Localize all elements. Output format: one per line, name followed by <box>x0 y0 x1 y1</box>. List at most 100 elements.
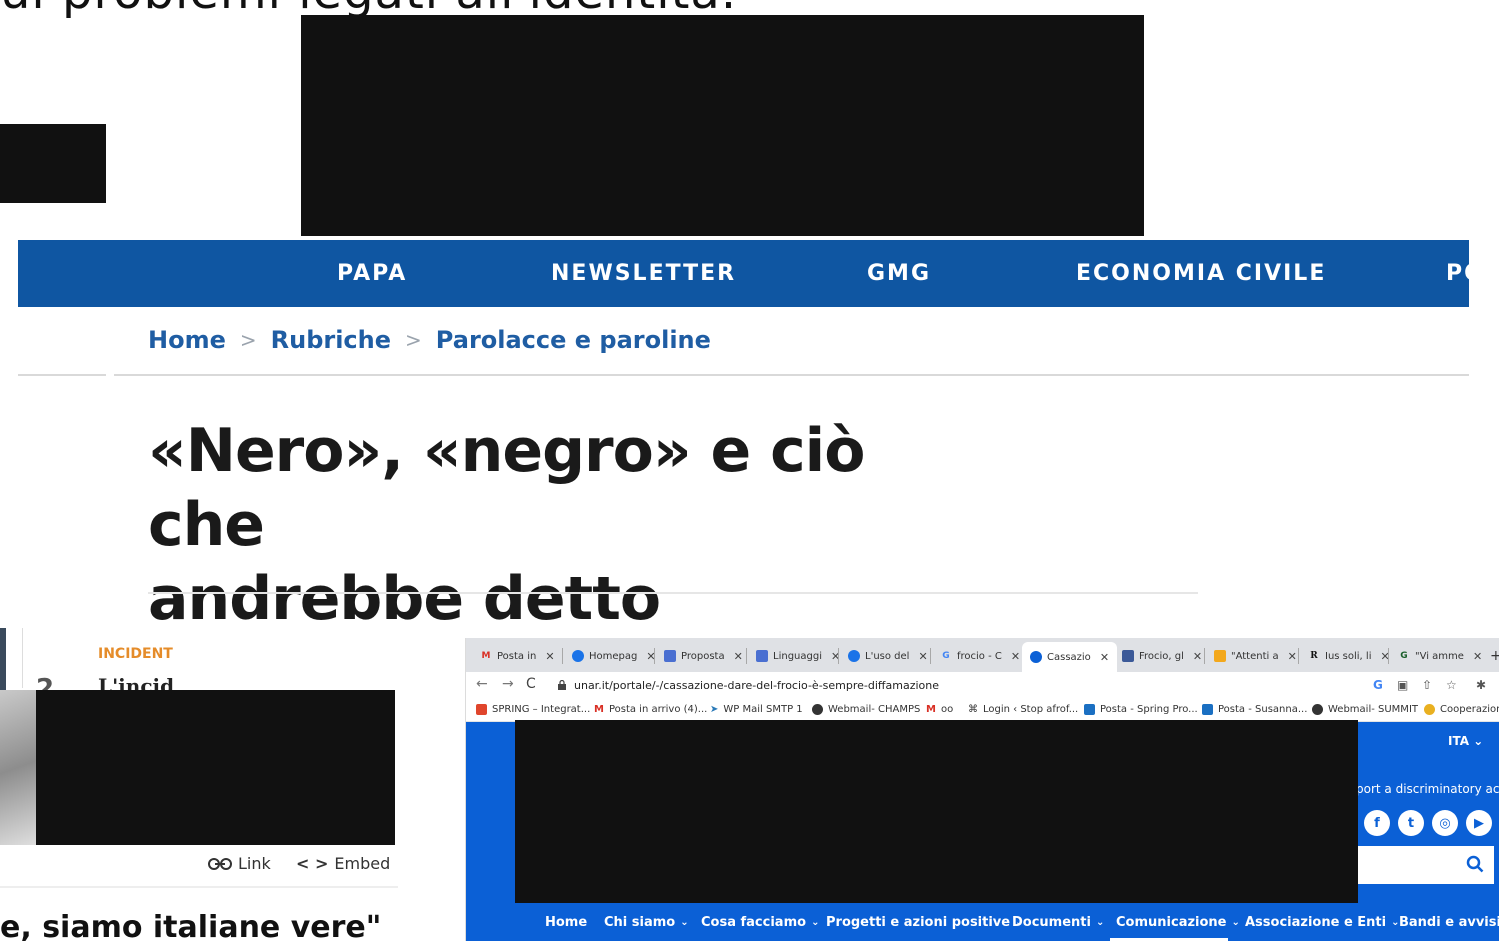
browser-window: M Posta in ✕ Homepag ✕ Proposta ✕ Linguaggi ✕… <box>465 638 1499 941</box>
chevron-down-icon: ⌄ <box>680 917 689 928</box>
tab-linguaggio[interactable]: Linguaggi ✕ <box>756 644 840 668</box>
nav-item-papa[interactable]: PAPA <box>337 240 407 307</box>
site-nav-bar: PAPA NEWSLETTER GMG ECONOMIA CIVILE PO <box>18 240 1469 307</box>
puzzle-icon: ⌘ <box>968 704 978 715</box>
close-icon[interactable]: ✕ <box>1473 650 1482 663</box>
linguaggio-icon <box>756 650 768 662</box>
divider <box>22 628 23 688</box>
share-icon[interactable]: ⇧ <box>1422 678 1432 692</box>
link-icon <box>208 857 232 870</box>
breadcrumb: Home > Rubriche > Parolacce e paroline <box>148 322 711 358</box>
bookmark-item[interactable]: Webmail- SUMMIT <box>1312 704 1418 715</box>
youtube-icon[interactable]: ▶ <box>1466 810 1492 836</box>
close-icon[interactable]: ✕ <box>1100 651 1109 664</box>
star-icon[interactable]: ☆ <box>1446 678 1457 692</box>
gmail-icon: M <box>594 704 604 715</box>
redaction-block <box>0 124 106 203</box>
bookmark-item[interactable]: Webmail- CHAMPS <box>812 704 920 715</box>
bookmark-item[interactable]: SPRING – Integrat... <box>476 704 590 715</box>
outlook-icon <box>1202 704 1213 715</box>
cooperazione-icon <box>1424 704 1435 715</box>
tab-vi-amme[interactable]: G "Vi amme ✕ <box>1398 644 1482 668</box>
lock-icon <box>558 680 566 690</box>
embed-button[interactable]: < > Embed <box>296 854 390 873</box>
tab-homepage[interactable]: Homepag ✕ <box>572 644 656 668</box>
nav-home[interactable]: Home <box>545 915 587 930</box>
embed-label: Embed <box>334 854 391 873</box>
redaction-block <box>301 15 1144 236</box>
bookmark-item[interactable]: M Posta in arrivo (4)... <box>594 704 707 715</box>
g-icon: G <box>1400 651 1408 661</box>
nav-bandi[interactable]: Bandi e avvisi⌄ <box>1399 915 1499 930</box>
back-icon[interactable]: ← <box>476 676 488 692</box>
breadcrumb-rubriche[interactable]: Rubriche <box>271 326 391 354</box>
reload-icon[interactable]: C <box>526 676 536 692</box>
tab-attenti[interactable]: "Attenti a ✕ <box>1214 644 1297 668</box>
bookmark-item[interactable]: ⌘ Login ‹ Stop afrof... <box>968 704 1078 715</box>
tab-frocio-gl[interactable]: Frocio, gl ✕ <box>1122 644 1202 668</box>
tab-cassazione[interactable]: Cassazio ✕ <box>1022 642 1118 672</box>
tab-gmail[interactable]: M Posta in ✕ <box>480 644 555 668</box>
nav-progetti[interactable]: Progetti e azioni positive ⌄ <box>826 915 1024 930</box>
article-title-line-1: «Nero», «negro» e ciò che <box>148 416 865 560</box>
instagram-icon[interactable]: ◎ <box>1432 810 1458 836</box>
breadcrumb-parolacce[interactable]: Parolacce e paroline <box>436 326 711 354</box>
url-field[interactable]: unar.it/portale/-/cassazione-dare-del-fr… <box>574 679 939 692</box>
webmail-icon <box>1312 704 1323 715</box>
facebook-icon[interactable]: f <box>1364 810 1390 836</box>
search-input[interactable] <box>1354 846 1494 884</box>
tab-ius-soli[interactable]: R Ius soli, li ✕ <box>1308 644 1389 668</box>
chevron-down-icon: ⌄ <box>1231 917 1240 928</box>
category-label[interactable]: INCIDENT <box>98 646 173 662</box>
nav-chi-siamo[interactable]: Chi siamo ⌄ <box>604 915 689 930</box>
news-card-fragment: INCIDENT 2 L'incid Link < > Embed e, sia… <box>0 628 398 941</box>
article-title-line-2: andrebbe detto <box>148 564 661 634</box>
close-icon[interactable]: ✕ <box>1193 650 1202 663</box>
link-button[interactable]: Link <box>208 854 271 873</box>
nav-item-newsletter[interactable]: NEWSLETTER <box>551 240 736 307</box>
bookmark-item[interactable]: Cooperazione <box>1424 704 1499 715</box>
report-discriminatory-act-link[interactable]: port a discriminatory act <box>1356 782 1499 796</box>
close-icon[interactable]: ✕ <box>734 650 743 663</box>
address-bar: ← → C unar.it/portale/-/cassazione-dare-… <box>466 672 1499 700</box>
twitter-icon[interactable]: t <box>1398 810 1424 836</box>
nav-comunicazione[interactable]: Comunicazione ⌄ <box>1116 915 1240 930</box>
share-bar: Link < > Embed <box>0 848 398 884</box>
nav-documenti[interactable]: Documenti ⌄ <box>1012 915 1104 930</box>
bookmark-item[interactable]: ➤ WP Mail SMTP 1 <box>710 704 803 715</box>
outlook-icon <box>1084 704 1095 715</box>
extensions-icon[interactable]: ✱ <box>1476 678 1486 692</box>
spring-icon <box>476 704 487 715</box>
proposta-icon <box>664 650 676 662</box>
forward-icon[interactable]: → <box>502 676 514 692</box>
google-translate-icon[interactable]: G <box>1373 678 1383 692</box>
tab-frocio-google[interactable]: Gfrocio - C ✕ <box>940 644 1020 668</box>
search-icon[interactable] <box>1466 855 1484 873</box>
chevron-down-icon: ⌄ <box>811 917 820 928</box>
translate-icon[interactable]: ▣ <box>1397 678 1408 692</box>
breadcrumb-home[interactable]: Home <box>148 326 226 354</box>
close-icon[interactable]: ✕ <box>545 650 554 663</box>
google-icon: G <box>942 651 950 661</box>
bookmark-item[interactable]: Posta - Susanna... <box>1202 704 1307 715</box>
tab-proposta[interactable]: Proposta ✕ <box>664 644 743 668</box>
nav-item-economia-civile[interactable]: ECONOMIA CIVILE <box>1076 240 1326 307</box>
close-icon[interactable]: ✕ <box>1011 650 1020 663</box>
frocio-icon <box>1122 650 1134 662</box>
nav-cosa-facciamo[interactable]: Cosa facciamo ⌄ <box>701 915 819 930</box>
nav-item-cropped[interactable]: PO <box>1446 240 1469 307</box>
bookmarks-bar: SPRING – Integrat... M Posta in arrivo (4… <box>466 700 1499 722</box>
divider <box>114 374 1469 376</box>
tab-uso[interactable]: L'uso del ✕ <box>848 644 928 668</box>
new-tab-button[interactable]: + <box>1490 644 1499 668</box>
bookmark-item[interactable]: Posta - Spring Pro... <box>1084 704 1198 715</box>
close-icon[interactable]: ✕ <box>1288 650 1297 663</box>
nav-associazione[interactable]: Associazione e Enti ⌄ <box>1245 915 1400 930</box>
close-icon[interactable]: ✕ <box>918 650 927 663</box>
webmail-icon <box>812 704 823 715</box>
divider <box>148 592 1198 594</box>
cassazione-icon <box>1030 651 1042 663</box>
nav-item-gmg[interactable]: GMG <box>867 240 931 307</box>
bookmark-item[interactable]: Moo <box>926 704 953 715</box>
language-selector[interactable]: ITA ⌄ <box>1448 734 1483 748</box>
